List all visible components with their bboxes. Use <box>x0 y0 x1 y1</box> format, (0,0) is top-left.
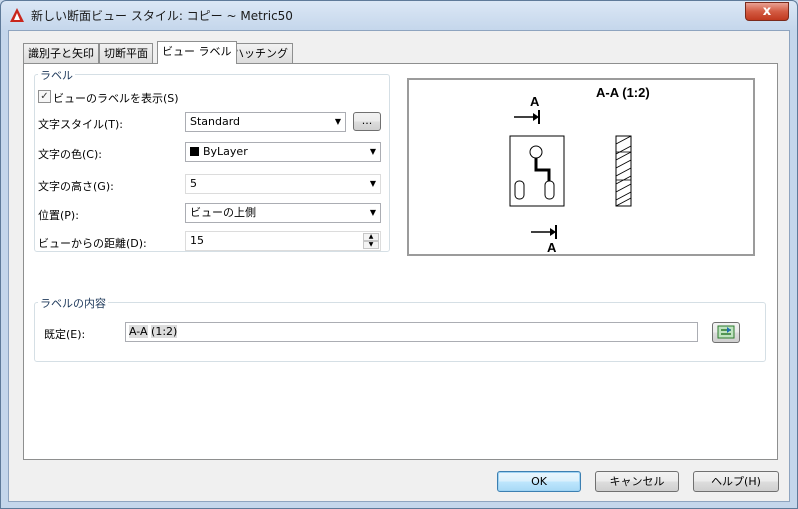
distance-spinbox[interactable]: 15 <box>185 231 381 251</box>
distance-spinner[interactable]: ▲ ▼ <box>363 233 379 249</box>
preview-pane: A-A (1:2) A A <box>407 78 755 256</box>
dialog-client: 識別子と矢印 切断平面 ビュー ラベル ハッチング ラベル ✓ ビューのラベルを… <box>8 30 790 502</box>
window-title: 新しい断面ビュー スタイル: コピー ~ Metric50 <box>31 9 293 23</box>
chevron-down-icon: ▼ <box>369 208 376 217</box>
tab-identifier-arrows[interactable]: 識別子と矢印 <box>23 43 99 63</box>
default-label: 既定(E): <box>44 328 86 341</box>
distance-label: ビューからの距離(D): <box>38 237 147 250</box>
ok-button[interactable]: OK <box>497 471 581 492</box>
distance-value: 15 <box>190 234 204 247</box>
cutting-arrow-top-icon <box>514 110 540 124</box>
text-style-browse-button[interactable]: ... <box>353 112 381 131</box>
show-label-text: ビューのラベルを表示(S) <box>53 92 179 105</box>
preview-view-label: A-A (1:2) <box>596 85 650 100</box>
position-select[interactable]: ビューの上側 ▼ <box>185 203 381 223</box>
preview-marker-bottom: A <box>547 240 557 254</box>
insert-field-button[interactable] <box>712 322 740 343</box>
preview-marker-top: A <box>530 94 540 109</box>
title-bar: 新しい断面ビュー スタイル: コピー ~ Metric50 x <box>1 1 797 29</box>
cancel-button[interactable]: キャンセル <box>595 471 679 492</box>
text-height-combo[interactable]: 5 ▼ <box>185 174 381 194</box>
tab-cutting-plane[interactable]: 切断平面 <box>99 43 153 63</box>
label-content-part2: (1:2) <box>151 325 178 338</box>
text-color-label: 文字の色(C): <box>38 148 102 161</box>
chevron-down-icon: ▼ <box>369 147 376 156</box>
label-content-input[interactable]: A-A (1:2) <box>125 322 698 342</box>
position-value: ビューの上側 <box>190 206 256 219</box>
tab-view-label[interactable]: ビュー ラベル <box>157 41 237 64</box>
help-button[interactable]: ヘルプ(H) <box>693 471 779 492</box>
text-style-select[interactable]: Standard ▼ <box>185 112 346 132</box>
chevron-down-icon: ▼ <box>334 117 341 126</box>
tab-panel: ラベル ✓ ビューのラベルを表示(S) 文字スタイル(T): Standard … <box>23 63 778 460</box>
section-view-icon <box>615 135 632 207</box>
label-content-part1: A-A <box>129 325 148 338</box>
cutting-arrow-bottom-icon <box>531 225 557 239</box>
text-style-value: Standard <box>190 115 241 128</box>
spin-down-icon[interactable]: ▼ <box>363 241 379 249</box>
color-swatch <box>190 147 199 156</box>
text-color-value: ByLayer <box>203 145 248 158</box>
text-height-value: 5 <box>190 177 197 190</box>
field-edit-icon <box>717 325 735 339</box>
chevron-down-icon: ▼ <box>369 179 376 188</box>
text-color-select[interactable]: ByLayer ▼ <box>185 142 381 162</box>
text-style-label: 文字スタイル(T): <box>38 118 124 131</box>
part-view-icon <box>509 135 565 207</box>
text-height-label: 文字の高さ(G): <box>38 180 114 193</box>
autocad-logo-icon <box>10 8 24 22</box>
label-content-title: ラベルの内容 <box>38 295 108 311</box>
dialog-window: 新しい断面ビュー スタイル: コピー ~ Metric50 x 識別子と矢印 切… <box>0 0 798 509</box>
show-label-checkbox[interactable]: ✓ <box>38 90 51 103</box>
position-label: 位置(P): <box>38 209 79 222</box>
tab-hatching[interactable]: ハッチング <box>228 43 293 63</box>
label-group-title: ラベル <box>38 67 75 83</box>
close-button[interactable]: x <box>745 2 789 21</box>
spin-up-icon[interactable]: ▲ <box>363 233 379 241</box>
section-preview-drawing: A-A (1:2) A A <box>509 85 650 255</box>
